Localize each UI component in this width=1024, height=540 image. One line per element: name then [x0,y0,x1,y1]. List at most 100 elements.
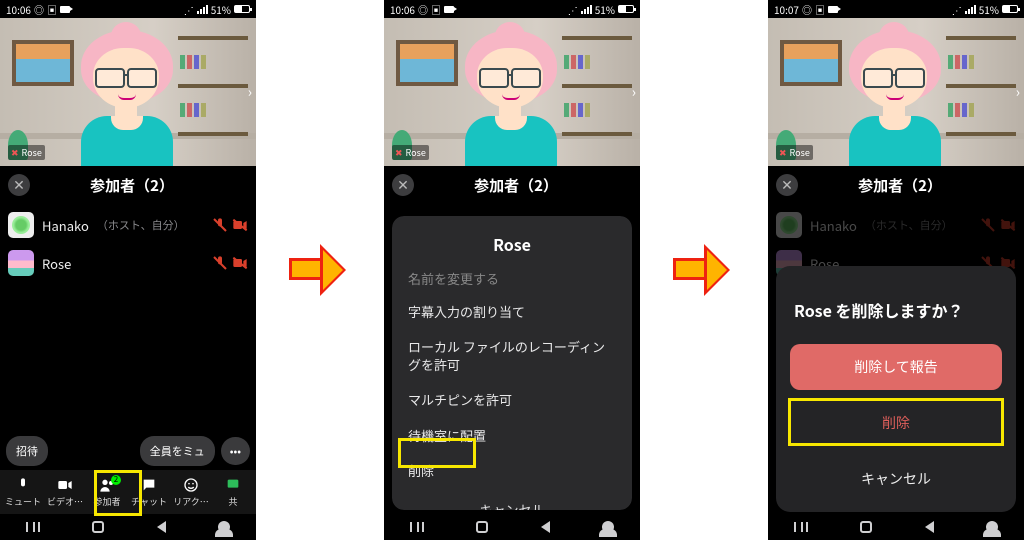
video-name-tag: ✖Rose [776,145,813,160]
invite-button[interactable]: 招待 [6,436,48,466]
participant-action-sheet: Rose 名前を変更する 字幕入力の割り当て ローカル ファイルのレコーディング… [392,216,632,510]
panel-title: 参加者（2） [806,175,1016,196]
status-time: 10:06 [390,2,415,17]
mic-muted-icon [212,255,228,271]
arrow-icon [289,240,351,300]
video-off-icon [1000,217,1016,233]
android-navbar [768,514,1024,540]
participant-name: Hanako [810,216,857,235]
confirm-title: Rose を削除しますか？ [790,294,1002,344]
meeting-toolbar: ミュート ビデオ… 2参加者 チャット リアク… 共 [0,470,256,514]
close-icon[interactable]: ✕ [392,174,414,196]
nav-accessibility-button[interactable] [602,521,614,533]
status-bar: 10:06 ◎ ▣ ⋰ 51% [384,0,640,18]
wifi-icon: ⋰ [952,2,962,17]
notif-icon: ◎ [802,2,812,17]
mic-muted-icon: ✖ [11,146,19,159]
panel-title: 参加者（2） [38,175,248,196]
sheet-title: Rose [392,226,632,266]
nav-home-button[interactable] [92,521,104,533]
toolbar-reactions-button[interactable]: リアク… [171,477,211,508]
screen-participants: 10:06 ◎ ▣ ⋰ 51% ✖ Rose [0,0,256,540]
video-tile[interactable]: ✖ Rose › [0,18,256,166]
camera-recording-icon [828,6,838,13]
menu-remove[interactable]: 削除 [392,453,632,489]
status-bar: 10:07 ◎ ▣ ⋰ 51% [768,0,1024,18]
participant-row[interactable]: Hanako （ホスト、自分） [0,206,256,244]
menu-cancel[interactable]: キャンセル [392,489,632,510]
video-tile[interactable]: ✖Rose › [768,18,1024,166]
nav-accessibility-button[interactable] [218,521,230,533]
battery-percent: 51% [595,2,615,17]
signal-icon [197,5,208,14]
menu-assign-caption[interactable]: 字幕入力の割り当て [392,294,632,330]
nav-back-button[interactable] [157,521,166,533]
menu-allow-local-record[interactable]: ローカル ファイルのレコーディングを許可 [392,329,632,382]
screen-remove-confirm: 10:07 ◎ ▣ ⋰ 51% ✖Rose › ✕ 参加者（2） [768,0,1024,540]
notif-icon: ▣ [431,2,441,17]
nav-accessibility-button[interactable] [986,521,998,533]
participant-count-badge: 2 [111,475,121,485]
video-name-tag: ✖Rose [392,145,429,160]
menu-put-waiting-room[interactable]: 待機室に配置 [392,418,632,454]
chevron-right-icon[interactable]: › [632,82,636,102]
nav-home-button[interactable] [860,521,872,533]
close-icon[interactable]: ✕ [8,174,30,196]
participants-header: ✕ 参加者（2） [768,166,1024,206]
close-icon[interactable]: ✕ [776,174,798,196]
nav-recent-button[interactable] [26,522,40,532]
toolbar-share-button[interactable]: 共 [213,477,253,508]
menu-rename[interactable]: 名前を変更する [392,266,632,294]
remove-button[interactable]: 削除 [790,400,1002,446]
mute-all-button[interactable]: 全員をミュ [140,436,215,466]
mic-muted-icon: ✖ [779,146,787,159]
avatar-icon [831,22,961,166]
toolbar-participants-button[interactable]: 2参加者 [87,477,127,508]
nav-back-button[interactable] [925,521,934,533]
avatar-icon [8,250,34,276]
chevron-right-icon[interactable]: › [248,82,252,102]
participants-header: ✕ 参加者（2） [0,166,256,206]
video-off-icon [232,255,248,271]
nav-home-button[interactable] [476,521,488,533]
battery-percent: 51% [211,2,231,17]
battery-icon [234,5,250,13]
signal-icon [965,5,976,14]
participant-row[interactable]: Rose [0,244,256,282]
video-name-tag: ✖ Rose [8,145,45,160]
status-time: 10:06 [6,2,31,17]
signal-icon [581,5,592,14]
toolbar-chat-button[interactable]: チャット [129,477,169,508]
chevron-right-icon[interactable]: › [1016,82,1020,102]
participant-sub: （ホスト、自分） [865,217,953,233]
video-off-icon [232,217,248,233]
more-button[interactable]: ••• [221,437,250,465]
remove-and-report-button[interactable]: 削除して報告 [790,344,1002,390]
toolbar-video-button[interactable]: ビデオ… [45,477,85,508]
battery-icon [1002,5,1018,13]
menu-allow-multipin[interactable]: マルチピンを許可 [392,382,632,418]
avatar-icon [776,212,802,238]
nav-recent-button[interactable] [794,522,808,532]
participants-header: ✕ 参加者（2） [384,166,640,206]
status-time: 10:07 [774,2,799,17]
participant-name: Hanako [42,216,89,235]
participant-row: Hanako （ホスト、自分） [768,206,1024,244]
wifi-icon: ⋰ [184,2,194,17]
avatar-icon [8,212,34,238]
mic-muted-icon [980,217,996,233]
battery-icon [618,5,634,13]
nav-recent-button[interactable] [410,522,424,532]
participant-sub: （ホスト、自分） [97,217,185,233]
mic-muted-icon: ✖ [395,146,403,159]
arrow-icon [673,240,735,300]
bottom-actions: 招待 全員をミュ ••• [0,432,256,470]
camera-recording-icon [444,6,454,13]
nav-back-button[interactable] [541,521,550,533]
notif-icon: ▣ [815,2,825,17]
toolbar-mute-button[interactable]: ミュート [3,477,43,508]
notif-icon: ◎ [418,2,428,17]
cancel-button[interactable]: キャンセル [790,456,1002,502]
video-tile[interactable]: ✖Rose › [384,18,640,166]
status-bar: 10:06 ◎ ▣ ⋰ 51% [0,0,256,18]
